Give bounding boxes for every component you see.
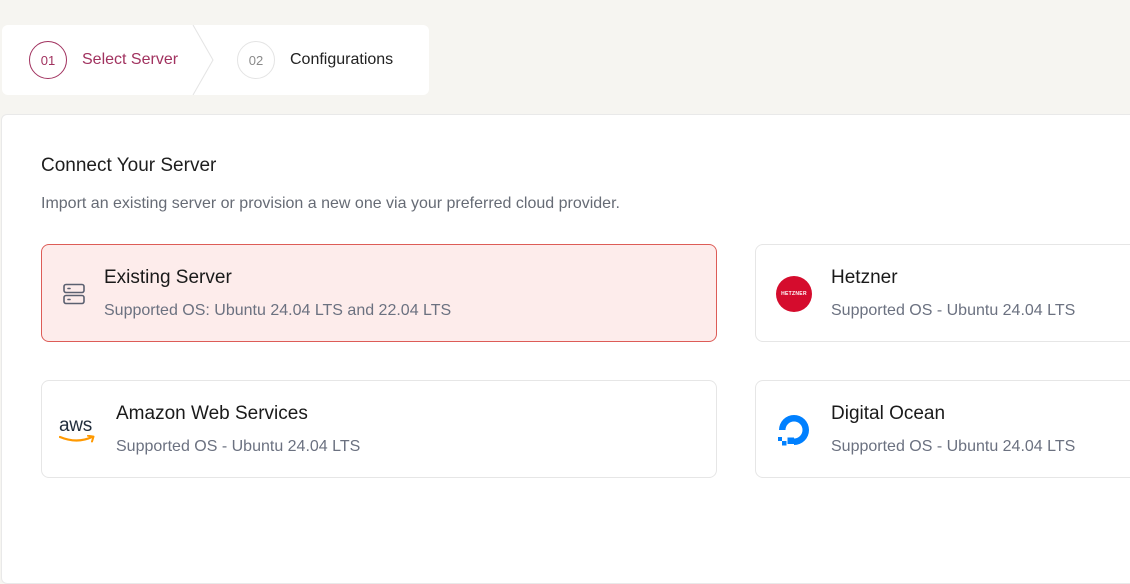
step-label: Configurations <box>290 51 394 68</box>
aws-smile-icon <box>59 435 95 443</box>
option-subtitle: Supported OS - Ubuntu 24.04 LTS <box>831 438 1076 455</box>
digitalocean-logo-icon <box>775 411 813 449</box>
option-existing-server[interactable]: Existing Server Supported OS: Ubuntu 24.… <box>41 244 717 342</box>
option-digitalocean[interactable]: Digital Ocean Supported OS - Ubuntu 24.0… <box>755 380 1130 478</box>
step-chevron-divider <box>192 25 214 95</box>
aws-logo-icon: aws <box>59 415 99 445</box>
option-hetzner[interactable]: HETZNER Hetzner Supported OS - Ubuntu 24… <box>755 244 1130 342</box>
stepper: 01 Select Server 02 Configurations <box>2 25 429 95</box>
step-number: 01 <box>29 41 67 79</box>
step-configurations[interactable]: 02 Configurations <box>237 25 393 95</box>
option-title: Amazon Web Services <box>116 403 308 424</box>
step-number: 02 <box>237 41 275 79</box>
step-select-server[interactable]: 01 Select Server <box>29 25 178 95</box>
option-aws[interactable]: aws Amazon Web Services Supported OS - U… <box>41 380 717 478</box>
option-title: Digital Ocean <box>831 403 946 424</box>
page-title: Connect Your Server <box>41 155 217 176</box>
option-subtitle: Supported OS - Ubuntu 24.04 LTS <box>116 438 361 455</box>
page-subtitle: Import an existing server or provision a… <box>41 195 620 212</box>
connect-server-panel: Connect Your Server Import an existing s… <box>1 114 1130 584</box>
aws-logo-text: aws <box>59 415 92 436</box>
option-title: Existing Server <box>104 267 232 288</box>
hetzner-logo-text: HETZNER <box>776 276 812 312</box>
server-icon <box>61 281 87 307</box>
option-subtitle: Supported OS: Ubuntu 24.04 LTS and 22.04… <box>104 302 452 319</box>
step-label: Select Server <box>82 51 179 68</box>
hetzner-logo-icon: HETZNER <box>775 275 813 313</box>
option-title: Hetzner <box>831 267 898 288</box>
option-subtitle: Supported OS - Ubuntu 24.04 LTS <box>831 302 1076 319</box>
